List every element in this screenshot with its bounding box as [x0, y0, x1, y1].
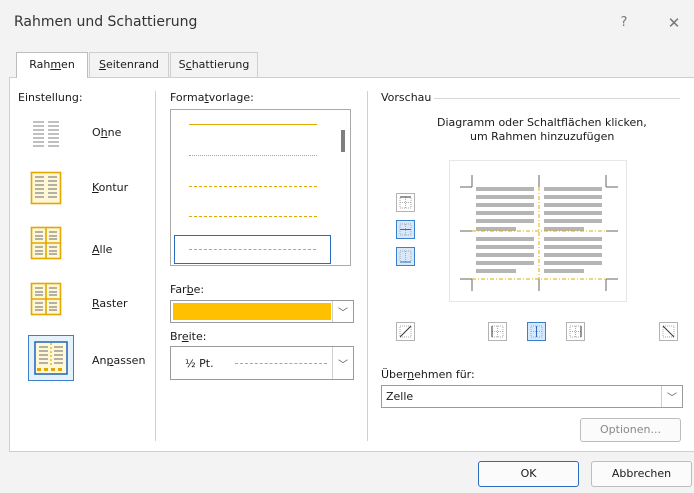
dialog-title: Rahmen und Schattierung	[14, 14, 198, 30]
apply-to-label: Übernehmen für:	[381, 368, 475, 381]
width-label: Breite:	[170, 330, 207, 343]
top-border-button[interactable]	[396, 193, 415, 212]
preview-label: Vorschau	[381, 91, 432, 104]
diagonal-down-border-button[interactable]	[659, 322, 678, 341]
style-label: Formatvorlage:	[170, 91, 254, 104]
apply-to-value: Zelle	[386, 390, 414, 403]
setting-label: Einstellung:	[18, 91, 83, 104]
chevron-down-icon[interactable]: ﹀	[661, 386, 682, 407]
style-selected-dashdot[interactable]	[174, 235, 331, 264]
preset-box-label[interactable]: Kontur	[92, 181, 128, 194]
inside-horizontal-border-button[interactable]	[396, 220, 415, 239]
preset-none-label[interactable]: Ohne	[92, 126, 121, 139]
chevron-down-icon[interactable]: ﹀	[332, 347, 353, 379]
chevron-down-icon[interactable]: ﹀	[332, 301, 353, 322]
right-border-button[interactable]	[566, 322, 585, 341]
color-swatch	[173, 303, 331, 320]
color-label: Farbe:	[170, 283, 205, 296]
cancel-button[interactable]: Abbrechen	[591, 461, 692, 487]
tab-rahmen[interactable]: Rahmen	[16, 52, 88, 78]
separator-left	[155, 91, 156, 441]
preset-custom-label[interactable]: Anpassen	[92, 354, 145, 367]
close-button[interactable]: ✕	[662, 11, 686, 35]
diagonal-up-border-button[interactable]	[396, 322, 415, 341]
title-bar: Rahmen und Schattierung ? ✕	[0, 0, 694, 44]
options-button[interactable]: Optionen...	[580, 418, 681, 442]
preview-diagram[interactable]	[449, 160, 627, 302]
style-dashed[interactable]	[189, 216, 317, 217]
width-value: ½ Pt.	[185, 357, 214, 370]
color-picker[interactable]: ﹀	[170, 300, 354, 323]
preset-custom-icon[interactable]	[28, 335, 74, 381]
apply-to-select[interactable]: Zelle ﹀	[381, 385, 683, 408]
style-small-dashed[interactable]	[189, 186, 317, 187]
preview-hint-line2: um Rahmen hinzuzufügen	[470, 130, 615, 143]
bottom-border-button[interactable]	[396, 247, 415, 266]
preset-grid-icon[interactable]	[29, 281, 62, 316]
inside-vertical-border-button[interactable]	[527, 322, 546, 341]
style-dotted[interactable]	[189, 155, 317, 156]
preview-group-line	[434, 98, 680, 99]
separator-right	[367, 91, 368, 441]
tab-schattierung[interactable]: Schattierung	[170, 52, 258, 77]
tab-seitenrand[interactable]: Seitenrand	[89, 52, 169, 77]
style-solid[interactable]	[189, 124, 317, 125]
preset-all-label[interactable]: Alle	[92, 243, 112, 256]
preset-all-icon[interactable]	[29, 225, 62, 260]
ok-button[interactable]: OK	[478, 461, 579, 487]
left-border-button[interactable]	[488, 322, 507, 341]
preset-grid-label[interactable]: Raster	[92, 297, 127, 310]
style-scrollbar-thumb[interactable]	[341, 130, 345, 152]
preview-hint-line1: Diagramm oder Schaltflächen klicken,	[437, 116, 647, 129]
width-line-sample	[235, 363, 327, 364]
preset-none-icon[interactable]	[29, 116, 61, 150]
style-listbox[interactable]	[170, 109, 351, 266]
width-select[interactable]: ½ Pt. ﹀	[170, 346, 354, 380]
preset-box-icon[interactable]	[29, 170, 62, 205]
help-button[interactable]: ?	[612, 11, 636, 35]
